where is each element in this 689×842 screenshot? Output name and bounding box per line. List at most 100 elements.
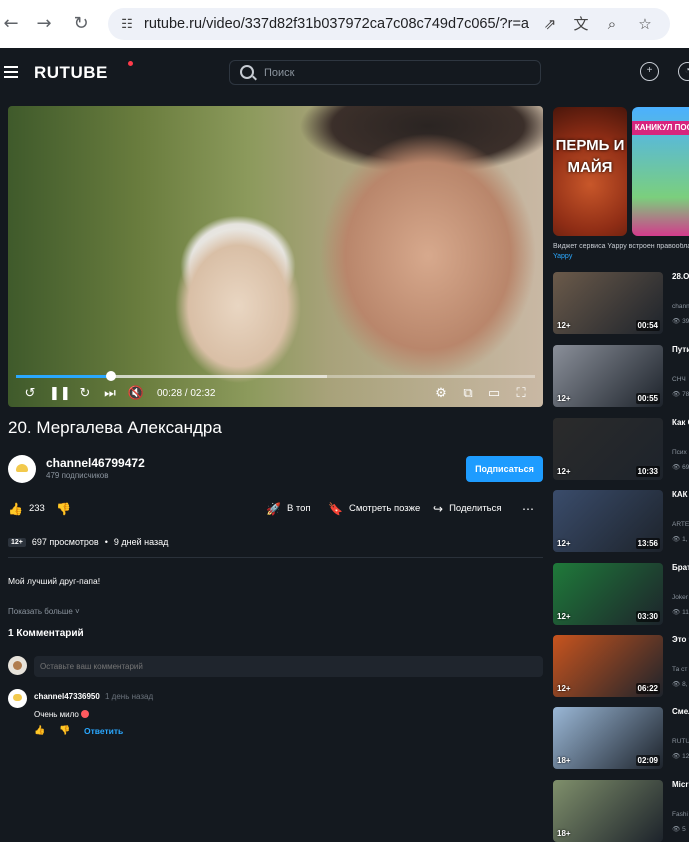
site-settings-icon[interactable]: ☷: [118, 15, 136, 33]
recommendation-title[interactable]: Micr haul: [672, 780, 689, 790]
promo-card[interactable]: ПЕРМЬ И МАЙЯ: [553, 107, 627, 236]
recommendation-card[interactable]: 12+ 00:54 28.О Арю chann 👁 39: [553, 272, 689, 334]
recommendation-card[interactable]: 12+ 03:30 Брат Свящ Joker 👁 11: [553, 563, 689, 625]
progress-handle[interactable]: [106, 371, 117, 381]
recommendation-channel[interactable]: Joker: [672, 594, 689, 601]
recommendation-card[interactable]: 12+ 13:56 КАК ПОВ ARTEM 👁 1,: [553, 490, 689, 552]
recommendation-card[interactable]: 12+ 10:33 Как ОБМ Псих 👁 69: [553, 418, 689, 480]
recommendation-views: 👁 11: [672, 609, 689, 616]
promo-card[interactable]: КАНИКУЛ ПОСЛЕ: [632, 107, 689, 236]
bookmark-star-icon[interactable]: ☆: [635, 14, 655, 34]
video-thumbnail[interactable]: 12+ 00:55: [553, 345, 663, 407]
comment-author-avatar[interactable]: [8, 689, 27, 708]
recommendation-views: 👁 12: [672, 753, 689, 760]
fullscreen-icon[interactable]: ⛶: [513, 385, 529, 403]
notifications-icon[interactable]: ◔: [678, 62, 689, 81]
back-icon[interactable]: ←: [0, 13, 22, 35]
video-player[interactable]: ↺ ❚❚ ↻ ⏭ 🔇 00:28 / 02:32 ⚙ ⧉ ▭ ⛶: [8, 106, 543, 407]
like-count: 233: [28, 503, 45, 514]
recommendation-channel[interactable]: chann: [672, 303, 689, 310]
top-button[interactable]: 🚀 В топ: [266, 498, 311, 520]
reload-icon[interactable]: ↻: [70, 13, 92, 35]
video-thumbnail[interactable]: 12+ 13:56: [553, 490, 663, 552]
settings-gear-icon[interactable]: ⚙: [433, 385, 449, 403]
forward-10-icon[interactable]: ↻: [76, 385, 94, 403]
channel-avatar[interactable]: [8, 455, 36, 483]
zoom-icon[interactable]: ⌕: [602, 14, 622, 34]
duration-badge: 03:30: [635, 611, 660, 622]
share-button[interactable]: ↪ Поделиться: [433, 498, 502, 520]
rutube-logo[interactable]: RUTUBE: [34, 63, 108, 83]
translate-icon[interactable]: 文: [571, 14, 591, 34]
video-thumbnail[interactable]: 18+ 02:09: [553, 707, 663, 769]
dislike-button[interactable]: 👎: [56, 498, 71, 520]
video-thumbnail[interactable]: 12+ 10:33: [553, 418, 663, 480]
progress-fill: [16, 375, 112, 378]
recommendation-title[interactable]: Как ОБМ: [672, 418, 689, 428]
reply-button[interactable]: Ответить: [84, 726, 123, 736]
recommendation-card[interactable]: 18+ Micr haul Fashi 👁 5: [553, 780, 689, 842]
recommendation-channel[interactable]: СНЧ: [672, 376, 689, 383]
recommendation-channel[interactable]: ARTEM: [672, 521, 689, 528]
miniplayer-icon[interactable]: ⧉: [460, 385, 476, 403]
view-count: 697 просмотров: [31, 537, 99, 547]
recommendation-title[interactable]: Пути ключ: [672, 345, 689, 355]
watch-later-button[interactable]: 🔖 Смотреть позже: [328, 498, 420, 520]
comment-author[interactable]: channel47336950: [34, 692, 100, 701]
recommendation-title[interactable]: Смел инте: [672, 707, 689, 717]
recommendation-views: 👁 78: [672, 391, 689, 398]
recommendation-channel[interactable]: Fashi: [672, 811, 689, 818]
video-thumbnail[interactable]: 12+ 06:22: [553, 635, 663, 697]
view-count: 12: [682, 753, 689, 760]
progress-bar[interactable]: [16, 371, 535, 381]
recommendation-card[interactable]: 12+ 00:55 Пути ключ СНЧ 👁 78: [553, 345, 689, 407]
age-rating-badge: 12+: [8, 537, 26, 547]
search-box[interactable]: Поиск: [229, 60, 541, 85]
time-display: 00:28 / 02:32: [157, 388, 216, 399]
duration-badge: 00:54: [635, 320, 660, 331]
comment-dislike-icon[interactable]: 👎: [59, 726, 70, 736]
recommendation-channel[interactable]: Та ст: [672, 666, 689, 673]
open-in-new-icon[interactable]: ⇗: [540, 14, 560, 34]
theater-mode-icon[interactable]: ▭: [485, 385, 503, 403]
show-more-link[interactable]: Показать больше ˅: [8, 607, 80, 616]
video-thumbnail[interactable]: 12+ 00:54: [553, 272, 663, 334]
comment-like-icon[interactable]: 👍: [34, 726, 45, 736]
recommendation-title[interactable]: Брат Свящ: [672, 563, 689, 573]
view-count: 78: [682, 391, 689, 398]
video-thumbnail[interactable]: 18+: [553, 780, 663, 842]
rewind-10-icon[interactable]: ↺: [21, 385, 39, 403]
comment-text: Очень мило: [34, 710, 89, 719]
upload-icon[interactable]: +: [640, 62, 659, 81]
video-actions: 👍 233 👎 🚀 В топ 🔖 Смотреть позже ↪ Поделитьс…: [8, 498, 543, 520]
yappy-link[interactable]: Yappy: [553, 253, 572, 260]
recommendation-card[interactable]: 12+ 06:22 Это ч / Ча Та ст 👁 8,: [553, 635, 689, 697]
recommendation-title[interactable]: 28.О Арю: [672, 272, 689, 282]
url-text[interactable]: rutube.ru/video/337d82f31b037972ca7c08c7…: [144, 16, 529, 32]
address-bar[interactable]: ☷ rutube.ru/video/337d82f31b037972ca7c08…: [108, 8, 670, 40]
comment-input[interactable]: [34, 656, 543, 677]
watch-later-label: Смотреть позже: [348, 503, 421, 514]
top-label: В топ: [286, 503, 311, 514]
age-rating-badge: 18+: [557, 756, 571, 765]
recommendation-title[interactable]: КАК ПОВ: [672, 490, 689, 500]
recommendation-card[interactable]: 18+ 02:09 Смел инте RUTUB 👁 12: [553, 707, 689, 769]
pause-icon[interactable]: ❚❚: [49, 385, 71, 403]
video-thumbnail[interactable]: 12+ 03:30: [553, 563, 663, 625]
more-options-icon[interactable]: ⋯: [522, 498, 534, 520]
separator-dot: •: [104, 537, 108, 547]
divider: [8, 557, 543, 558]
recommendation-channel[interactable]: Псих: [672, 449, 689, 456]
search-icon[interactable]: [240, 65, 254, 79]
next-icon[interactable]: ⏭: [102, 385, 118, 403]
search-input[interactable]: Поиск: [264, 67, 294, 79]
menu-icon[interactable]: [4, 66, 18, 78]
recommendation-title[interactable]: Это ч / Ча: [672, 635, 689, 645]
age-rating-badge: 12+: [557, 684, 571, 693]
mute-icon[interactable]: 🔇: [127, 385, 145, 403]
forward-icon[interactable]: →: [33, 13, 55, 35]
like-button[interactable]: 👍 233: [8, 498, 45, 520]
subscribe-button[interactable]: Подписаться: [466, 456, 543, 482]
channel-name[interactable]: channel46799472: [46, 456, 145, 470]
recommendation-channel[interactable]: RUTUB: [672, 738, 689, 745]
